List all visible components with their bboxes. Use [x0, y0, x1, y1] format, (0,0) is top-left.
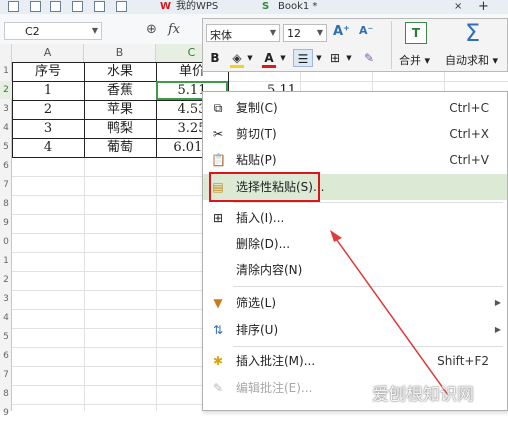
annotation-arrow — [330, 230, 449, 396]
watermark: 爱刨根知识网 — [372, 385, 474, 405]
